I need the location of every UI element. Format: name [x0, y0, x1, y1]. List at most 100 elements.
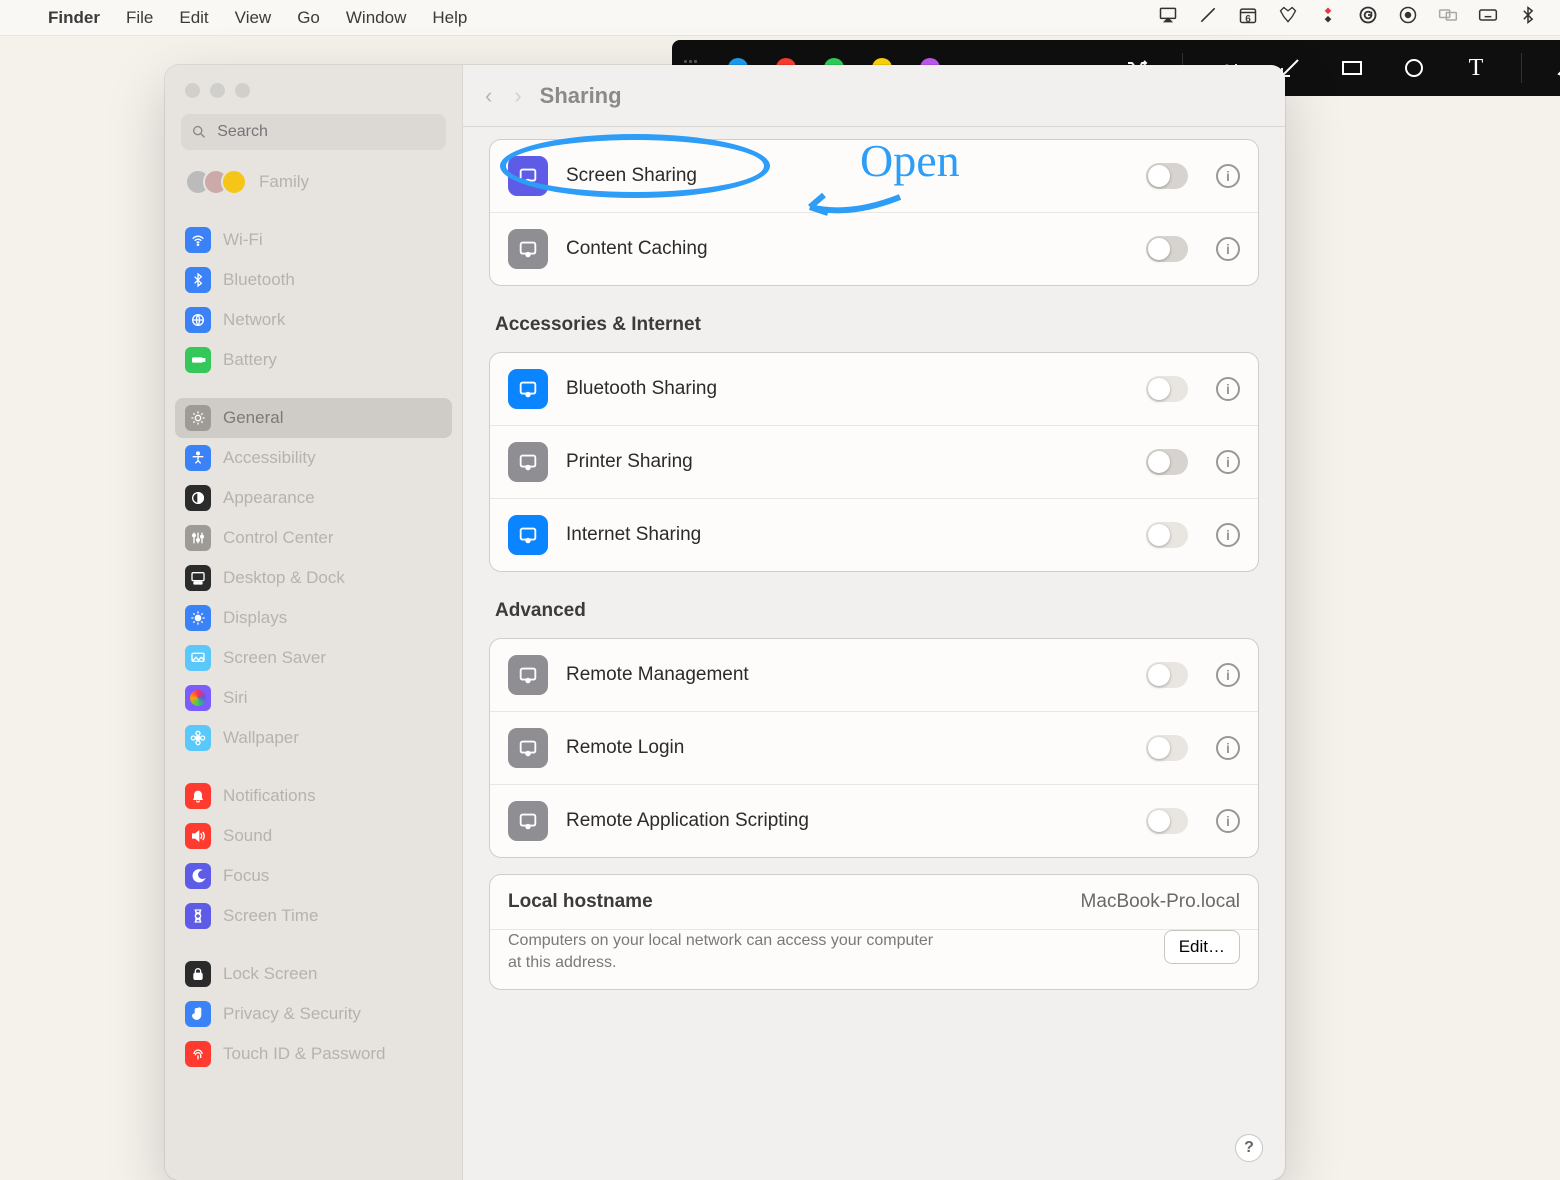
toggle-switch[interactable]	[1146, 449, 1188, 475]
sidebar-item-sound[interactable]: Sound	[175, 816, 452, 856]
hostname-value: MacBook-Pro.local	[1081, 891, 1240, 913]
info-icon[interactable]: i	[1216, 377, 1240, 401]
info-icon[interactable]: i	[1216, 523, 1240, 547]
sidebar-item-label: Network	[223, 310, 285, 330]
setting-row-bluetooth-sharing[interactable]: Bluetooth Sharing i	[490, 353, 1258, 425]
sidebar-item-label: Focus	[223, 866, 269, 886]
record-icon[interactable]	[1398, 5, 1418, 30]
setting-row-internet-sharing[interactable]: Internet Sharingi	[490, 498, 1258, 571]
sidebar-item-wi-fi[interactable]: Wi-Fi	[175, 220, 452, 260]
text-tool-icon[interactable]: T	[1459, 55, 1493, 82]
info-icon[interactable]: i	[1216, 809, 1240, 833]
info-icon[interactable]: i	[1216, 736, 1240, 760]
sidebar-item-privacy-security[interactable]: Privacy & Security	[175, 994, 452, 1034]
sidebar-item-accessibility[interactable]: Accessibility	[175, 438, 452, 478]
nav-back[interactable]: ‹	[481, 83, 496, 109]
sidebar-item-label: Touch ID & Password	[223, 1044, 386, 1064]
sidebar-item-family[interactable]: Family	[175, 162, 452, 202]
sidebar-item-screen-saver[interactable]: Screen Saver	[175, 638, 452, 678]
menu-edit[interactable]: Edit	[179, 8, 208, 28]
sidebar-item-label: Bluetooth	[223, 270, 295, 290]
sidebar-item-battery[interactable]: Battery	[175, 340, 452, 380]
sidebar-item-label: Battery	[223, 350, 277, 370]
pen-icon[interactable]	[1198, 5, 1218, 30]
setting-row-content-caching[interactable]: Content Cachingi	[490, 212, 1258, 285]
info-icon[interactable]: i	[1216, 663, 1240, 687]
help-button[interactable]: ?	[1235, 1134, 1263, 1162]
sidebar-item-wallpaper[interactable]: Wallpaper	[175, 718, 452, 758]
sidebar-item-label: Accessibility	[223, 448, 316, 468]
sidebar-item-siri[interactable]: Siri	[175, 678, 452, 718]
sidebar-item-appearance[interactable]: Appearance	[175, 478, 452, 518]
sidebar-item-label: Siri	[223, 688, 248, 708]
accessories-group: Bluetooth SharingiPrinter SharingiIntern…	[489, 352, 1259, 572]
sidebar-label: Family	[259, 172, 309, 192]
toggle-switch[interactable]	[1146, 522, 1188, 548]
sidebar-item-label: Wallpaper	[223, 728, 299, 748]
settings-window: Family Wi-Fi Bluetooth Network Battery Gene…	[165, 65, 1285, 1180]
setting-row-screen-sharing[interactable]: Screen Sharingi	[490, 140, 1258, 212]
sidebar-item-label: Sound	[223, 826, 272, 846]
traffic-max[interactable]	[235, 83, 250, 98]
toggle-switch[interactable]	[1146, 808, 1188, 834]
calendar-icon[interactable]: 6	[1238, 5, 1258, 30]
setting-row-remote-application-scripting[interactable]: Remote Application Scriptingi	[490, 784, 1258, 857]
circle-tool-icon[interactable]	[1397, 56, 1431, 80]
setting-row-remote-login[interactable]: Remote Login i	[490, 711, 1258, 784]
toggle-switch[interactable]	[1146, 376, 1188, 402]
info-icon[interactable]: i	[1216, 164, 1240, 188]
sidebar-item-screen-time[interactable]: Screen Time	[175, 896, 452, 936]
traffic-min[interactable]	[210, 83, 225, 98]
toggle-switch[interactable]	[1146, 662, 1188, 688]
sidebar-item-touch-id-password[interactable]: Touch ID & Password	[175, 1034, 452, 1074]
traffic-close[interactable]	[185, 83, 200, 98]
screenmirror-icon[interactable]	[1438, 5, 1458, 30]
hostname-desc: Computers on your local network can acce…	[508, 930, 947, 973]
rect-tool-icon[interactable]	[1335, 56, 1369, 80]
keyboard-icon[interactable]	[1478, 5, 1498, 30]
toggle-switch[interactable]	[1146, 735, 1188, 761]
window-controls[interactable]	[165, 65, 462, 108]
fox-icon[interactable]	[1278, 5, 1298, 30]
toggle-switch[interactable]	[1146, 236, 1188, 262]
content-header: ‹ › Sharing	[463, 65, 1285, 127]
row-label: Bluetooth Sharing	[566, 378, 1128, 400]
nav-forward[interactable]: ›	[510, 83, 525, 109]
sidebar-item-bluetooth[interactable]: Bluetooth	[175, 260, 452, 300]
row-label: Remote Login	[566, 737, 1128, 759]
toggle-switch[interactable]	[1146, 163, 1188, 189]
sidebar-item-label: Desktop & Dock	[223, 568, 345, 588]
app-name[interactable]: Finder	[48, 8, 100, 28]
sidebar-item-notifications[interactable]: Notifications	[175, 776, 452, 816]
sidebar-item-desktop-dock[interactable]: Desktop & Dock	[175, 558, 452, 598]
hostname-group: Local hostname MacBook-Pro.local Compute…	[489, 874, 1259, 990]
search-field[interactable]	[181, 114, 446, 150]
menu-file[interactable]: File	[126, 8, 153, 28]
sidebar-item-general[interactable]: General	[175, 398, 452, 438]
info-icon[interactable]: i	[1216, 237, 1240, 261]
setting-row-printer-sharing[interactable]: Printer Sharingi	[490, 425, 1258, 498]
section-heading: Advanced	[489, 572, 1259, 622]
sidebar-item-lock-screen[interactable]: Lock Screen	[175, 954, 452, 994]
sidebar-item-label: Displays	[223, 608, 287, 628]
search-input[interactable]	[215, 122, 436, 142]
airplay-icon[interactable]	[1158, 5, 1178, 30]
sidebar-item-label: Wi-Fi	[223, 230, 263, 250]
page-title: Sharing	[540, 83, 622, 109]
bluetooth-icon[interactable]	[1518, 5, 1538, 30]
eraser-tool-icon[interactable]	[1550, 56, 1560, 80]
info-icon[interactable]: i	[1216, 450, 1240, 474]
sidebar-item-control-center[interactable]: Control Center	[175, 518, 452, 558]
search-icon	[191, 123, 207, 141]
setting-row-remote-management[interactable]: Remote Managementi	[490, 639, 1258, 711]
menu-view[interactable]: View	[235, 8, 272, 28]
edit-hostname-button[interactable]: Edit…	[1164, 930, 1240, 964]
sidebar-item-network[interactable]: Network	[175, 300, 452, 340]
sidebar-item-focus[interactable]: Focus	[175, 856, 452, 896]
sidebar-item-displays[interactable]: Displays	[175, 598, 452, 638]
grammarly-icon[interactable]	[1358, 5, 1378, 30]
diamond-icon[interactable]	[1318, 5, 1338, 30]
menu-help[interactable]: Help	[432, 8, 467, 28]
menu-window[interactable]: Window	[346, 8, 406, 28]
menu-go[interactable]: Go	[297, 8, 320, 28]
